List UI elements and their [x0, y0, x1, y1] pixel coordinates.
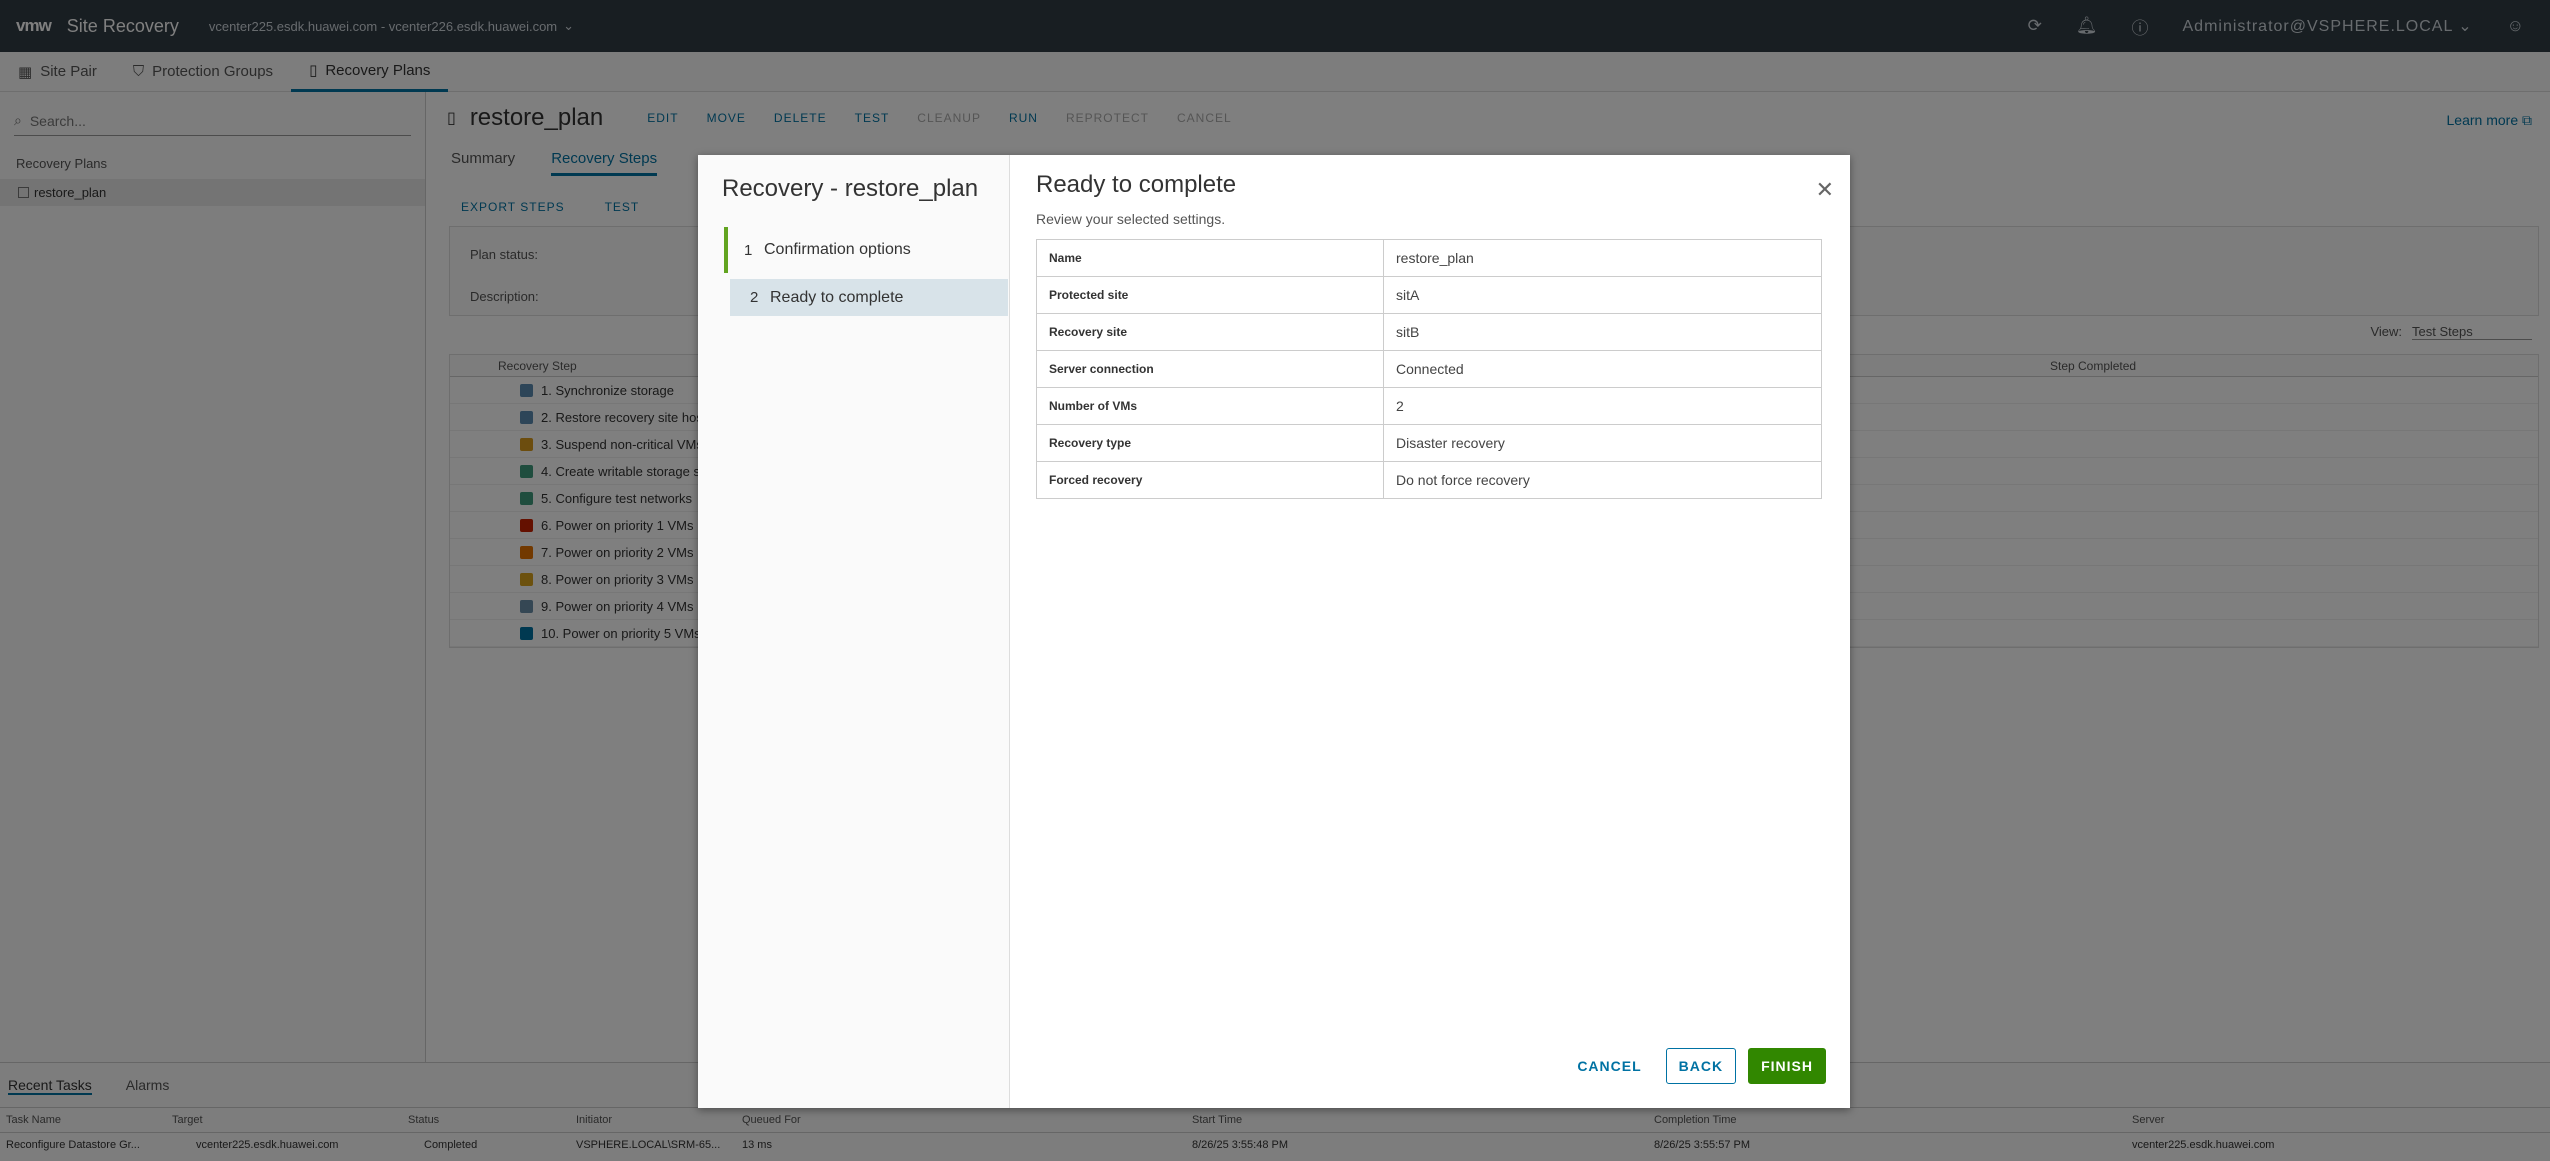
back-button[interactable]: BACK [1665, 1048, 1737, 1084]
summary-key: Recovery type [1036, 424, 1384, 462]
summary-value: 2 [1383, 387, 1822, 425]
wizard-step-label: Ready to complete [770, 288, 904, 306]
summary-value: Connected [1383, 350, 1822, 388]
summary-row: Server connection Connected [1036, 350, 1822, 388]
summary-row: Forced recovery Do not force recovery [1036, 461, 1822, 499]
wizard-title: Recovery - restore_plan [722, 175, 979, 202]
summary-row: Recovery site sitB [1036, 313, 1822, 351]
wizard-step-ready-to-complete[interactable]: 2 Ready to complete [730, 279, 1008, 316]
summary-key: Name [1036, 239, 1384, 277]
cancel-button[interactable]: CANCEL [1565, 1048, 1653, 1084]
page-title: Ready to complete [1036, 171, 1237, 198]
summary-row: Name restore_plan [1036, 239, 1822, 277]
summary-value: sitB [1383, 313, 1822, 351]
wizard-body: Ready to complete Review your selected s… [1010, 155, 1850, 1108]
summary-key: Forced recovery [1036, 461, 1384, 499]
finish-button[interactable]: FINISH [1748, 1048, 1826, 1084]
summary-key: Protected site [1036, 276, 1384, 314]
summary-key: Recovery site [1036, 313, 1384, 351]
wizard-step-number: 1 [744, 241, 753, 259]
wizard-step-confirmation-options[interactable]: 1 Confirmation options [724, 227, 1008, 273]
close-icon[interactable]: ✕ [1816, 179, 1834, 201]
summary-row: Protected site sitA [1036, 276, 1822, 314]
summary-value: Disaster recovery [1383, 424, 1822, 462]
summary-value: restore_plan [1383, 239, 1822, 277]
summary-row: Number of VMs 2 [1036, 387, 1822, 425]
summary-key: Server connection [1036, 350, 1384, 388]
summary-key: Number of VMs [1036, 387, 1384, 425]
summary-table: Name restore_plan Protected site sitA Recove… [1036, 239, 1822, 499]
page-subtitle: Review your selected settings. [1036, 211, 1226, 227]
wizard-step-label: Confirmation options [764, 241, 911, 258]
summary-value: sitA [1383, 276, 1822, 314]
recovery-wizard-dialog: Recovery - restore_plan 1 Confirmation o… [698, 155, 1850, 1108]
wizard-footer: CANCEL BACK FINISH [1565, 1048, 1826, 1084]
wizard-step-number: 2 [750, 289, 759, 306]
summary-value: Do not force recovery [1383, 461, 1822, 499]
summary-row: Recovery type Disaster recovery [1036, 424, 1822, 462]
wizard-nav: Recovery - restore_plan 1 Confirmation o… [698, 155, 1010, 1108]
